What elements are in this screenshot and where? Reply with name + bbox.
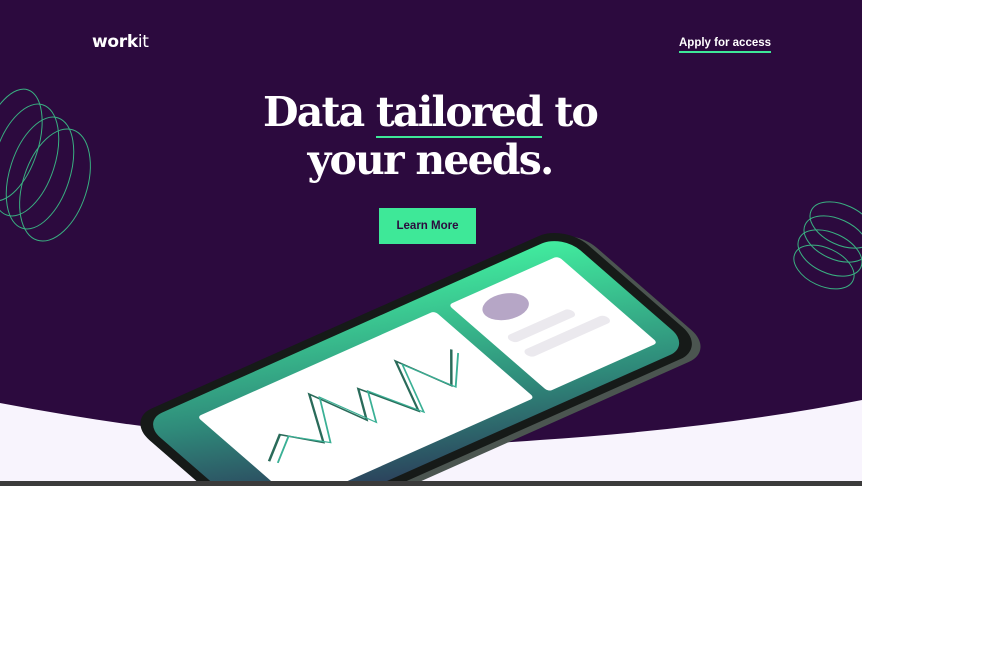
phone-mockup-icon [140,233,701,481]
viewport-bottom-border [0,481,862,486]
hero-section: workit Apply for access Data tailored to… [0,0,862,486]
